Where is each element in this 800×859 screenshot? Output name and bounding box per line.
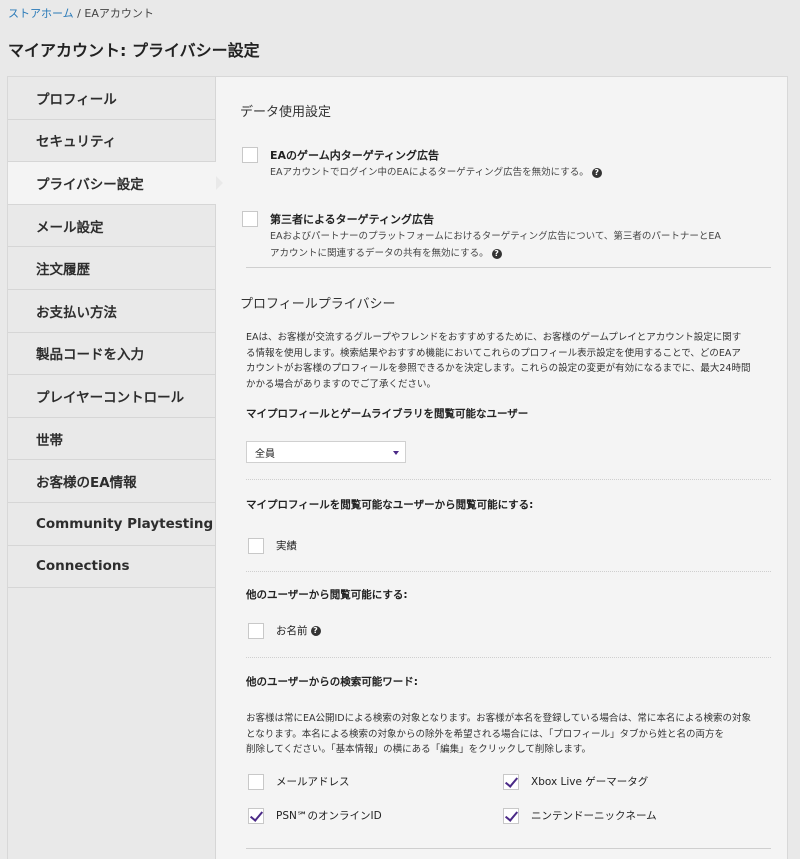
third-party-targeting-checkbox[interactable] [242, 211, 258, 227]
searchable-words-label: 他のユーザーからの検索可能ワード: [246, 676, 418, 688]
ea-ingame-targeting-desc: EAアカウントでログイン中のEAによるターゲティング広告を無効にする。 [270, 167, 589, 178]
sidebar-item-community-playtesting[interactable]: Community Playtesting [8, 502, 216, 546]
intro-line: かかる場合がありますのでご了承ください。 [246, 378, 437, 390]
settings-panel: プロフィール セキュリティ プライバシー設定 メール設定 注文履歴 お支払い方法… [7, 76, 788, 859]
help-icon[interactable]: ? [310, 626, 321, 636]
sidebar-item-your-ea-data[interactable]: お客様のEA情報 [8, 460, 216, 503]
profile-visibility-select[interactable]: 全員 [246, 441, 406, 463]
breadcrumb-current: EAアカウント [84, 7, 154, 20]
xbox-gamertag-label: Xbox Live ゲーマータグ [531, 776, 649, 788]
profile-privacy-title: プロフィールプライバシー [240, 297, 396, 312]
section-divider [246, 571, 771, 572]
option-ea-ingame-targeting: EAのゲーム内ターゲティング広告 EAアカウントでログイン中のEAによるターゲテ… [242, 147, 602, 181]
sidebar-item-payment[interactable]: お支払い方法 [8, 289, 216, 333]
sidebar-item-label: メール設定 [36, 219, 104, 236]
help-icon[interactable]: ? [491, 248, 502, 259]
profile-visibility-label: マイプロフィールとゲームライブラリを閲覧可能なユーザー [246, 408, 529, 420]
third-party-targeting-desc-line2: アカウントに関連するデータの共有を無効にする。 [270, 248, 489, 259]
email-address-checkbox[interactable] [248, 774, 264, 790]
searchable-desc-line: となります。本名による検索の対象からの除外を希望される場合には、「プロフィール」… [246, 728, 725, 740]
data-usage-title: データ使用設定 [240, 105, 332, 120]
option-third-party-targeting: 第三者によるターゲティング広告 EAおよびパートナーのプラットフォームにおけるタ… [242, 211, 721, 262]
section-divider [246, 848, 771, 849]
breadcrumb-separator: / [77, 7, 81, 20]
sidebar-item-label: お支払い方法 [36, 304, 117, 321]
dropdown-caret-icon [393, 451, 399, 455]
breadcrumb-home-link[interactable]: ストアホーム [8, 7, 74, 20]
sidebar-item-label: 製品コードを入力 [36, 347, 144, 364]
nintendo-nickname-label: ニンテンドーニックネーム [531, 810, 657, 822]
third-party-targeting-desc-line1: EAおよびパートナーのプラットフォームにおけるターゲティング広告について、第三者… [270, 231, 721, 242]
profile-privacy-intro: EAは、お客様が交流するグループやフレンドをおすすめするために、お客様のゲームプ… [246, 330, 771, 392]
sidebar-item-label: プライバシー設定 [36, 176, 144, 193]
option-psn-id: PSN℠のオンラインID [248, 808, 382, 824]
xbox-gamertag-checkbox[interactable] [503, 774, 519, 790]
viewable-by-others-label: 他のユーザーから閲覧可能にする: [246, 589, 408, 601]
option-achievements: 実績 [248, 538, 297, 554]
sidebar-item-email-settings[interactable]: メール設定 [8, 204, 216, 248]
profile-visibility-value: 全員 [255, 448, 275, 460]
sidebar-nav: プロフィール セキュリティ プライバシー設定 メール設定 注文履歴 お支払い方法… [8, 77, 223, 589]
sidebar-item-order-history[interactable]: 注文履歴 [8, 247, 216, 290]
achievements-checkbox[interactable] [248, 538, 264, 554]
sidebar-item-label: プレイヤーコントロール [36, 389, 185, 406]
sidebar-item-player-controls[interactable]: プレイヤーコントロール [8, 375, 216, 418]
option-nintendo-nickname: ニンテンドーニックネーム [503, 808, 657, 824]
intro-line: カウントがお客様のプロフィールを参照できるかを決定します。これらの設定の変更が有… [246, 363, 751, 374]
sidebar-item-profile[interactable]: プロフィール [8, 77, 216, 120]
sidebar-item-redeem-code[interactable]: 製品コードを入力 [8, 332, 216, 376]
intro-line: EAは、お客様が交流するグループやフレンドをおすすめするために、お客様のゲームプ… [246, 332, 742, 343]
intro-line: る情報を使用します。検索結果やおすすめ機能においてこれらのプロフィール表示設定を… [246, 347, 741, 359]
sidebar-item-label: Community Playtesting [36, 515, 214, 532]
sidebar-item-label: Connections [36, 558, 130, 575]
breadcrumb: ストアホーム / EAアカウント [8, 5, 154, 21]
option-name: お名前? [248, 623, 321, 639]
psn-id-checkbox[interactable] [248, 808, 264, 824]
achievements-label: 実績 [276, 540, 297, 552]
searchable-desc-line: お客様は常にEA公開IDによる検索の対象となります。お客様が本名を登録している場… [246, 713, 752, 724]
sidebar-item-connections[interactable]: Connections [8, 545, 216, 589]
page-title: マイアカウント: プライバシー設定 [8, 41, 260, 60]
sidebar-background [8, 588, 216, 859]
psn-id-label: PSN℠のオンラインID [276, 810, 382, 822]
ea-ingame-targeting-checkbox[interactable] [242, 147, 258, 163]
option-xbox-gamertag: Xbox Live ゲーマータグ [503, 774, 648, 790]
option-email-address: メールアドレス [248, 774, 350, 790]
name-label: お名前 [276, 625, 308, 637]
section-divider [246, 267, 771, 268]
section-divider [246, 479, 771, 480]
third-party-targeting-label: 第三者によるターゲティング広告 [270, 213, 435, 226]
name-checkbox[interactable] [248, 623, 264, 639]
sidebar-item-label: お客様のEA情報 [36, 475, 137, 492]
ea-ingame-targeting-label: EAのゲーム内ターゲティング広告 [270, 149, 440, 162]
sidebar-item-label: 世帯 [36, 432, 63, 449]
help-icon[interactable]: ? [591, 167, 602, 178]
sidebar-item-security[interactable]: セキュリティ [8, 119, 216, 163]
email-address-label: メールアドレス [276, 776, 350, 788]
sidebar-item-label: セキュリティ [36, 134, 117, 151]
searchable-desc-line: 削除してください。「基本情報」の横にある「編集」をクリックして削除します。 [246, 744, 591, 755]
sidebar-item-label: プロフィール [36, 91, 117, 108]
section-divider [246, 657, 771, 658]
viewable-by-profile-viewers-label: マイプロフィールを閲覧可能なユーザーから閲覧可能にする: [246, 499, 534, 511]
sidebar-item-household[interactable]: 世帯 [8, 417, 216, 461]
sidebar-item-label: 注文履歴 [36, 262, 90, 279]
searchable-words-desc: お客様は常にEA公開IDによる検索の対象となります。お客様が本名を登録している場… [246, 711, 771, 758]
nintendo-nickname-checkbox[interactable] [503, 808, 519, 824]
sidebar-item-privacy[interactable]: プライバシー設定 [8, 162, 223, 205]
